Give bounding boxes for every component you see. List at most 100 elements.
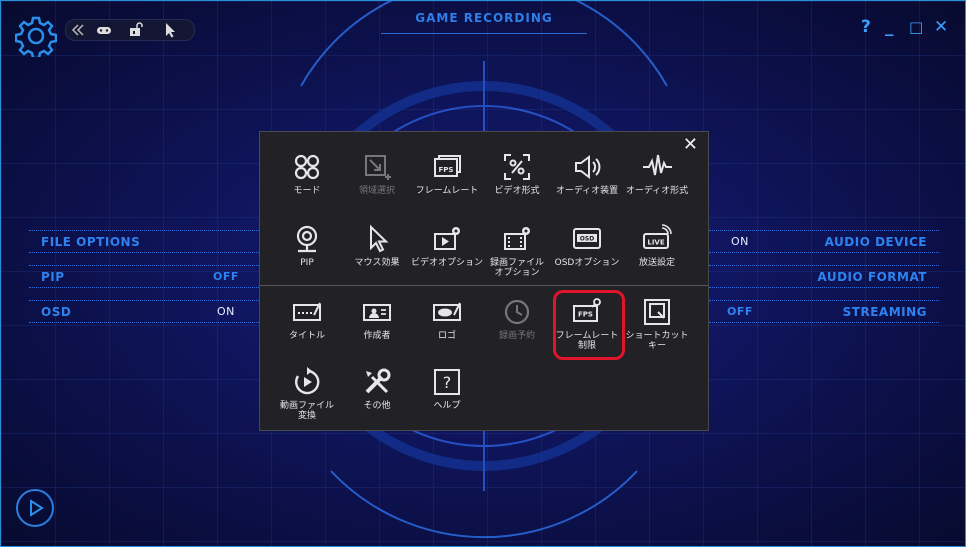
author-icon <box>363 304 391 321</box>
title-icon <box>293 302 321 321</box>
menu-item-video-format[interactable]: ビデオ形式 <box>481 152 553 218</box>
menu-item-label: 録画予約 <box>498 331 535 341</box>
file-options-row[interactable]: FILE OPTIONS <box>29 230 259 254</box>
audio-format-label: AUDIO FORMAT <box>817 270 927 284</box>
menu-item-video-options[interactable]: ビデオオプション <box>411 224 483 290</box>
mode-icon <box>294 154 320 180</box>
svg-text:?: ? <box>443 373 452 392</box>
menu-item-label: 録画ファイル オプション <box>489 258 544 278</box>
app-window: GAME RECORDING ? _ □ ✕ FILE OPTIONS PIP … <box>0 0 966 547</box>
audio-device-value: ON <box>731 235 749 248</box>
menu-item-label: 動画ファイル 変換 <box>279 401 334 421</box>
file-options-label: FILE OPTIONS <box>41 235 141 249</box>
settings-menu: ✕ モード 領域選択 FPS フレームレート ビデオ形式 オーディオ装置 オーデ… <box>259 131 709 431</box>
menu-item-shortcut-keys[interactable]: ショートカット キー <box>621 297 693 363</box>
menu-item-label: モード <box>293 186 321 196</box>
waveform-icon <box>643 154 672 176</box>
cursor-icon <box>370 224 389 253</box>
osd-value: ON <box>217 305 235 318</box>
highlight-frame <box>553 290 625 360</box>
osd-label: OSD <box>41 305 72 319</box>
live-icon: LIVE <box>643 224 672 249</box>
menu-item-area-select[interactable]: 領域選択 <box>341 152 413 218</box>
menu-item-pip[interactable]: PIP <box>271 224 343 290</box>
webcam-icon <box>296 225 318 253</box>
maximize-button[interactable]: □ <box>909 17 923 37</box>
svg-text:OSD: OSD <box>580 236 594 243</box>
menu-item-broadcast[interactable]: LIVE 放送設定 <box>621 224 693 290</box>
menu-item-video-convert[interactable]: 動画ファイル 変換 <box>271 367 343 433</box>
audio-device-label: AUDIO DEVICE <box>824 235 927 249</box>
gamepad-icon[interactable] <box>96 22 112 38</box>
title-underline <box>381 27 587 34</box>
shortcut-icon <box>644 299 670 325</box>
collapse-left-icon[interactable] <box>70 22 86 38</box>
menu-item-title[interactable]: タイトル <box>271 297 343 363</box>
menu-item-label: 領域選択 <box>358 186 395 196</box>
area-select-icon <box>365 155 391 180</box>
row-divider <box>29 300 259 302</box>
settings-gear-icon[interactable] <box>15 15 57 57</box>
tools-icon <box>365 368 391 394</box>
row-divider <box>709 300 939 302</box>
pip-value: OFF <box>213 270 239 283</box>
streaming-row[interactable]: OFF STREAMING <box>709 300 939 324</box>
row-divider <box>29 252 259 254</box>
svg-text:LIVE: LIVE <box>647 239 664 247</box>
lock-screen-icon[interactable] <box>128 22 144 38</box>
menu-item-label: オーディオ装置 <box>555 186 619 196</box>
convert-icon <box>295 367 320 395</box>
help-button[interactable]: ? <box>861 17 871 37</box>
cursor-icon[interactable] <box>162 22 178 38</box>
streaming-label: STREAMING <box>842 305 927 319</box>
menu-item-audio-format[interactable]: オーディオ形式 <box>621 152 693 218</box>
menu-item-frame-rate[interactable]: FPS フレームレート <box>411 152 483 218</box>
menu-item-mode[interactable]: モード <box>271 152 343 218</box>
row-divider <box>29 322 259 324</box>
menu-item-audio-device[interactable]: オーディオ装置 <box>551 152 623 218</box>
close-button[interactable]: ✕ <box>934 17 948 37</box>
row-divider <box>709 322 939 324</box>
menu-item-label: ロゴ <box>437 331 456 341</box>
menu-item-label: ヘルプ <box>433 401 461 411</box>
pip-label: PIP <box>41 270 65 284</box>
fps-icon: FPS <box>434 155 461 177</box>
menu-item-author[interactable]: 作成者 <box>341 297 413 363</box>
menu-item-label: タイトル <box>288 331 325 341</box>
help-icon: ? <box>434 369 460 395</box>
audio-device-row[interactable]: ON AUDIO DEVICE <box>709 230 939 254</box>
video-options-icon <box>434 227 460 250</box>
row-divider <box>709 230 939 232</box>
menu-item-label: フレームレート <box>415 186 479 196</box>
menu-item-label: ショートカット キー <box>625 331 689 351</box>
audio-format-row[interactable]: AUDIO FORMAT <box>709 265 939 288</box>
logo-icon <box>433 302 461 321</box>
menu-item-osd-options[interactable]: OSD OSDオプション <box>551 224 623 290</box>
video-format-icon <box>504 154 530 180</box>
menu-item-label: その他 <box>363 401 391 411</box>
file-options-icon <box>504 227 530 250</box>
menu-item-logo[interactable]: ロゴ <box>411 297 483 363</box>
menu-item-label: ビデオ形式 <box>494 186 540 196</box>
menu-item-label: 放送設定 <box>638 258 675 268</box>
streaming-value: OFF <box>727 305 753 318</box>
play-button[interactable] <box>16 489 54 527</box>
clock-icon <box>504 299 530 325</box>
menu-item-mouse-effect[interactable]: マウス効果 <box>341 224 413 290</box>
menu-item-label: 作成者 <box>363 331 391 341</box>
menu-item-label: OSDオプション <box>554 258 620 268</box>
menu-item-label: PIP <box>300 258 314 268</box>
osd-row[interactable]: OSD ON <box>29 300 259 324</box>
menu-item-label: マウス効果 <box>354 258 400 268</box>
osd-icon: OSD <box>573 228 601 249</box>
menu-item-label: ビデオオプション <box>411 258 484 268</box>
row-divider <box>29 230 259 232</box>
minimize-button[interactable]: _ <box>885 17 894 37</box>
menu-item-file-options[interactable]: 録画ファイル オプション <box>481 224 553 290</box>
menu-item-other[interactable]: その他 <box>341 367 413 433</box>
play-icon <box>30 499 44 517</box>
menu-item-scheduled-recording[interactable]: 録画予約 <box>481 297 553 363</box>
menu-item-help[interactable]: ? ヘルプ <box>411 367 483 433</box>
pip-row[interactable]: PIP OFF <box>29 265 259 288</box>
row-divider <box>709 252 939 254</box>
